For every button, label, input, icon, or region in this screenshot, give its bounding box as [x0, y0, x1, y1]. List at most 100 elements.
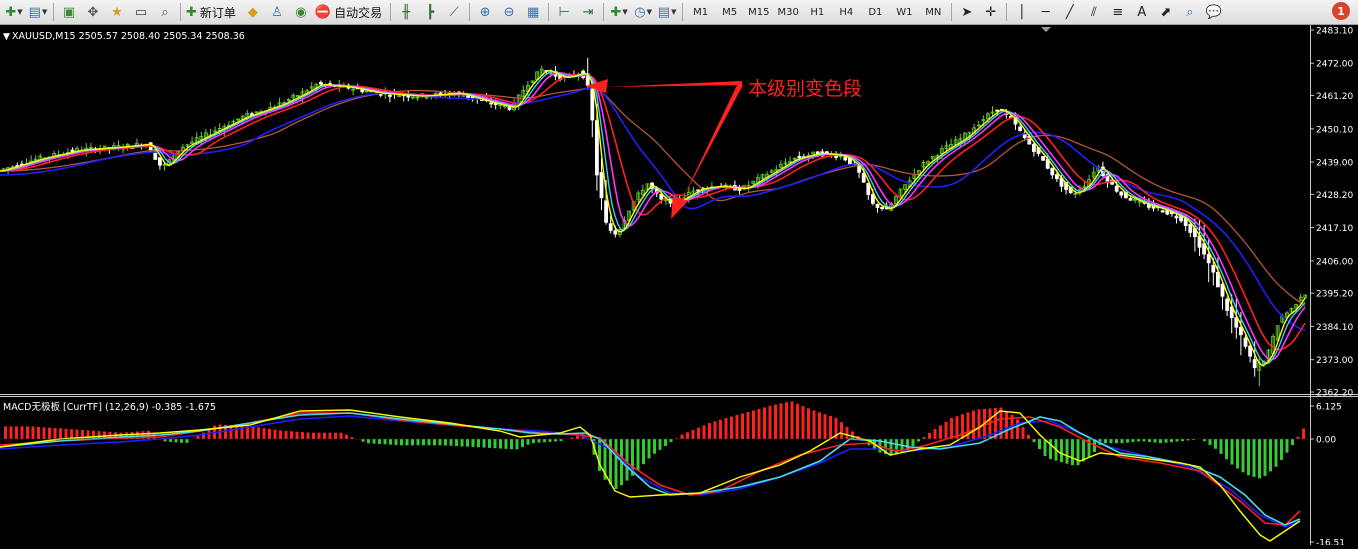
- market-button[interactable]: ◉: [290, 2, 312, 23]
- candle-body: [438, 92, 443, 95]
- metaeditor-button[interactable]: ◆: [242, 2, 264, 23]
- macd-histogram-bar: [1247, 439, 1250, 476]
- fibonacci-button[interactable]: ≡: [1107, 2, 1129, 23]
- macd-histogram-bar: [290, 431, 293, 439]
- zoom-in-button[interactable]: ⊕: [474, 2, 496, 23]
- macd-histogram-bar: [262, 428, 266, 439]
- macd-histogram-bar: [669, 439, 673, 443]
- candles-button[interactable]: ┣: [419, 2, 441, 23]
- horizontal-line-button[interactable]: ─: [1035, 2, 1057, 23]
- candle-body: [1252, 359, 1257, 369]
- templates-button[interactable]: ▤ ▼: [656, 2, 678, 23]
- profiles-button[interactable]: ▤ ▼: [27, 2, 49, 23]
- macd-histogram-bar: [713, 421, 717, 439]
- tf-w1[interactable]: W1: [891, 2, 918, 23]
- macd-histogram-bar: [273, 429, 277, 439]
- chart-header-caret[interactable]: ▼: [3, 32, 10, 42]
- candle-body: [1211, 264, 1216, 273]
- tf-h4[interactable]: H4: [833, 2, 860, 23]
- macd-histogram-bar: [64, 428, 68, 439]
- navigator-button[interactable]: ✥: [82, 2, 104, 23]
- macd-histogram-bar: [845, 426, 849, 439]
- tf-m15[interactable]: M15: [745, 2, 772, 23]
- macd-histogram-bar: [658, 439, 662, 450]
- macd-histogram-bar: [746, 411, 750, 439]
- macd-histogram-bar: [1280, 439, 1283, 460]
- cursor-button[interactable]: ➤: [956, 2, 978, 23]
- toolbar-separator: [548, 3, 550, 21]
- macd-histogram-bar: [422, 439, 425, 446]
- favorites-button[interactable]: ★: [106, 2, 128, 23]
- candle-body: [1243, 337, 1248, 347]
- tf-m5[interactable]: M5: [716, 2, 743, 23]
- chat-button[interactable]: 💬: [1203, 2, 1225, 23]
- macd-histogram-bar: [1285, 439, 1289, 453]
- macd-histogram-bar: [730, 416, 733, 439]
- candle-body: [599, 172, 604, 199]
- tf-m1[interactable]: M1: [687, 2, 714, 23]
- macd-histogram-bar: [851, 431, 854, 439]
- macd-histogram-bar: [1203, 439, 1206, 442]
- tf-m30[interactable]: M30: [774, 2, 801, 23]
- arrow-tool-button[interactable]: ⬈: [1155, 2, 1177, 23]
- toolbar-separator: [53, 3, 54, 21]
- candle-body: [318, 82, 323, 85]
- macd-histogram-bar: [972, 410, 975, 439]
- notification-badge[interactable]: 1: [1332, 2, 1350, 20]
- macd-histogram-bar: [642, 439, 645, 465]
- terminal-button[interactable]: ▭: [130, 2, 152, 23]
- macd-histogram-bar: [196, 435, 200, 439]
- macd-histogram-bar: [15, 426, 18, 439]
- market-watch-button[interactable]: ▣: [58, 2, 80, 23]
- bar-chart-button[interactable]: ╫: [395, 2, 417, 23]
- macd-histogram-bar: [554, 439, 557, 442]
- dropdown-caret-icon: ▼: [41, 8, 48, 16]
- navigator-icon: ✥: [87, 4, 99, 20]
- crosshair-button[interactable]: ✛: [980, 2, 1002, 23]
- new-chart-button[interactable]: ✚ ▼: [3, 2, 25, 23]
- macd-histogram-bar: [1082, 439, 1085, 462]
- tile-windows-button[interactable]: ▦: [522, 2, 544, 23]
- price-tick-label: 2483.10: [1316, 27, 1353, 37]
- vertical-line-button[interactable]: │: [1011, 2, 1033, 23]
- line-chart-button[interactable]: ⟋: [443, 2, 465, 23]
- indicators-button[interactable]: ✚ ▼: [608, 2, 630, 23]
- tf-d1[interactable]: D1: [862, 2, 889, 23]
- fibonacci-icon: ≡: [1112, 4, 1124, 20]
- macd-histogram-bar: [471, 439, 475, 447]
- autotrading-icon: ⛔: [314, 4, 332, 20]
- equidistant-channel-button[interactable]: ⫽: [1083, 2, 1105, 23]
- chart-window[interactable]: 本级别变色段 ▼ XAUUSD,M15 2505.57 2508.40 2505…: [0, 25, 1358, 549]
- dropdown-caret-icon: ▼: [646, 8, 652, 16]
- signals-button[interactable]: ♙: [266, 2, 288, 23]
- zoom-out-button[interactable]: ⊖: [498, 2, 520, 23]
- text-tool-button[interactable]: A: [1131, 2, 1153, 23]
- autoscroll-button[interactable]: ⇥: [577, 2, 599, 23]
- new-order-button[interactable]: ✚ 新订单: [185, 2, 240, 23]
- macd-histogram-bar: [939, 425, 942, 439]
- autotrading-button[interactable]: ⛔ 自动交易: [314, 2, 386, 23]
- strategy-tester-button[interactable]: ⌕: [154, 2, 176, 23]
- macd-histogram-bar: [466, 439, 469, 447]
- macd-histogram-bar: [477, 439, 480, 448]
- dropdown-caret-icon: ▼: [671, 8, 677, 16]
- macd-histogram-bar: [1109, 439, 1113, 444]
- chart-shift-button[interactable]: ⊢: [553, 2, 575, 23]
- tf-mn[interactable]: MN: [920, 2, 947, 23]
- macd-histogram-bar: [961, 414, 964, 439]
- macd-histogram-bar: [829, 415, 832, 439]
- candle-body: [857, 165, 861, 173]
- price-tick-label: 2406.00: [1316, 257, 1353, 267]
- dropdown-caret-icon: ▼: [622, 8, 628, 16]
- market-icon: ◉: [295, 4, 307, 20]
- macd-histogram-bar: [521, 439, 524, 447]
- macd-histogram-bar: [444, 439, 447, 446]
- macd-histogram-bar: [1153, 439, 1157, 443]
- periods-button[interactable]: ◷ ▼: [632, 2, 654, 23]
- candle-body: [1160, 210, 1165, 213]
- search-button[interactable]: ⌕: [1179, 2, 1201, 23]
- macd-histogram-bar: [1164, 439, 1168, 443]
- crosshair-icon: ✛: [985, 4, 997, 20]
- trendline-button[interactable]: ╱: [1059, 2, 1081, 23]
- tf-h1[interactable]: H1: [804, 2, 831, 23]
